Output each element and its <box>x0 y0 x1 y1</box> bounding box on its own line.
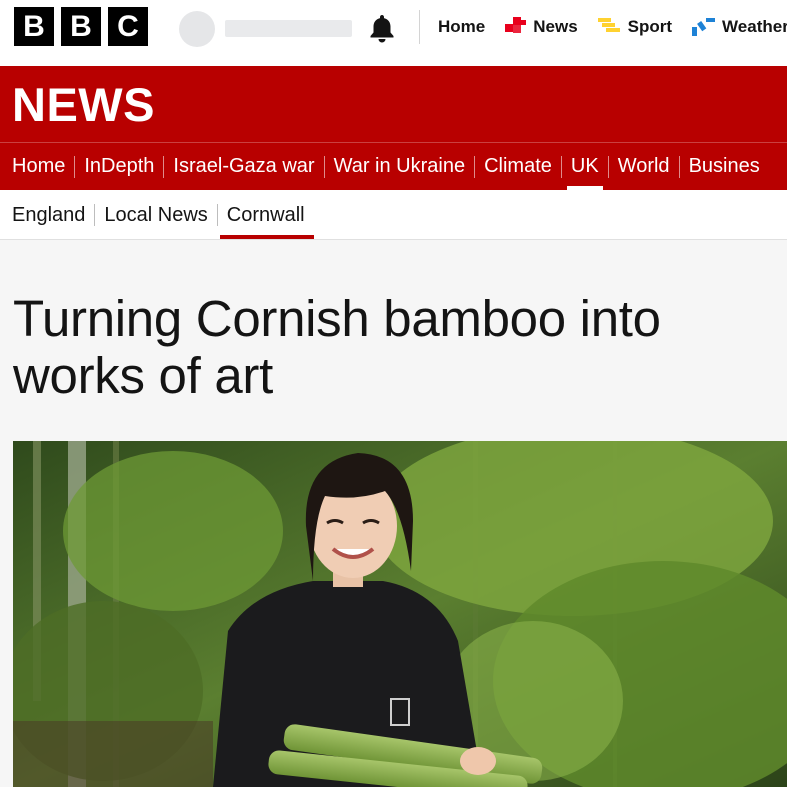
nav-separator <box>560 155 562 178</box>
global-nav-label: News <box>533 16 578 36</box>
global-header: B B C Home News Sport Weather <box>0 0 787 66</box>
account-avatar[interactable] <box>179 11 215 47</box>
nav-separator <box>94 204 96 226</box>
global-nav-label: Sport <box>627 16 673 36</box>
sub-nav-local-news[interactable]: Local News <box>104 190 207 240</box>
main-nav-uk[interactable]: UK <box>566 143 603 190</box>
global-nav-weather[interactable]: Weather <box>692 17 787 37</box>
news-wordmark[interactable]: NEWS <box>12 80 155 130</box>
bbc-logo-letter: C <box>108 7 148 46</box>
sport-icon <box>597 17 620 32</box>
nav-separator <box>216 204 218 226</box>
woman-holding-bamboo-photo <box>13 441 787 787</box>
global-nav-label: Weather <box>722 16 787 36</box>
account-name-placeholder[interactable] <box>225 20 352 37</box>
article-hero-image <box>13 441 787 787</box>
headline-line: Turning Cornish bamboo into <box>13 290 661 347</box>
nav-separator <box>607 155 609 178</box>
nav-separator <box>163 155 165 178</box>
main-nav-home[interactable]: Home <box>12 143 65 190</box>
bbc-logo[interactable]: B B C <box>14 7 148 46</box>
global-nav: Home News Sport Weather <box>438 0 787 53</box>
global-nav-sport[interactable]: Sport <box>597 16 673 37</box>
nav-separator <box>474 155 476 178</box>
main-nav-world[interactable]: World <box>618 143 670 190</box>
bell-icon[interactable] <box>366 12 398 44</box>
news-icon <box>505 16 527 33</box>
sub-nav: England Local News Cornwall <box>0 190 787 240</box>
global-nav-home[interactable]: Home <box>438 17 485 37</box>
global-nav-news[interactable]: News <box>505 16 578 37</box>
nav-separator <box>678 155 680 178</box>
article-headline: Turning Cornish bamboo into works of art <box>13 290 773 404</box>
headline-line: works of art <box>13 347 273 404</box>
main-nav-business[interactable]: Busines <box>689 143 760 190</box>
nav-separator <box>74 155 76 178</box>
header-divider <box>419 10 420 44</box>
news-main-nav: Home InDepth Israel-Gaza war War in Ukra… <box>12 143 760 190</box>
nav-separator <box>323 155 325 178</box>
main-nav-israel-gaza-war[interactable]: Israel-Gaza war <box>173 143 314 190</box>
sub-nav-england[interactable]: England <box>12 190 85 240</box>
bbc-logo-letter: B <box>14 7 54 46</box>
main-nav-indepth[interactable]: InDepth <box>84 143 154 190</box>
bbc-logo-letter: B <box>61 7 101 46</box>
sub-nav-cornwall[interactable]: Cornwall <box>219 190 314 240</box>
global-nav-label: Home <box>438 16 486 36</box>
main-nav-war-in-ukraine[interactable]: War in Ukraine <box>334 143 466 190</box>
weather-icon <box>692 17 716 36</box>
main-nav-climate[interactable]: Climate <box>484 143 552 190</box>
